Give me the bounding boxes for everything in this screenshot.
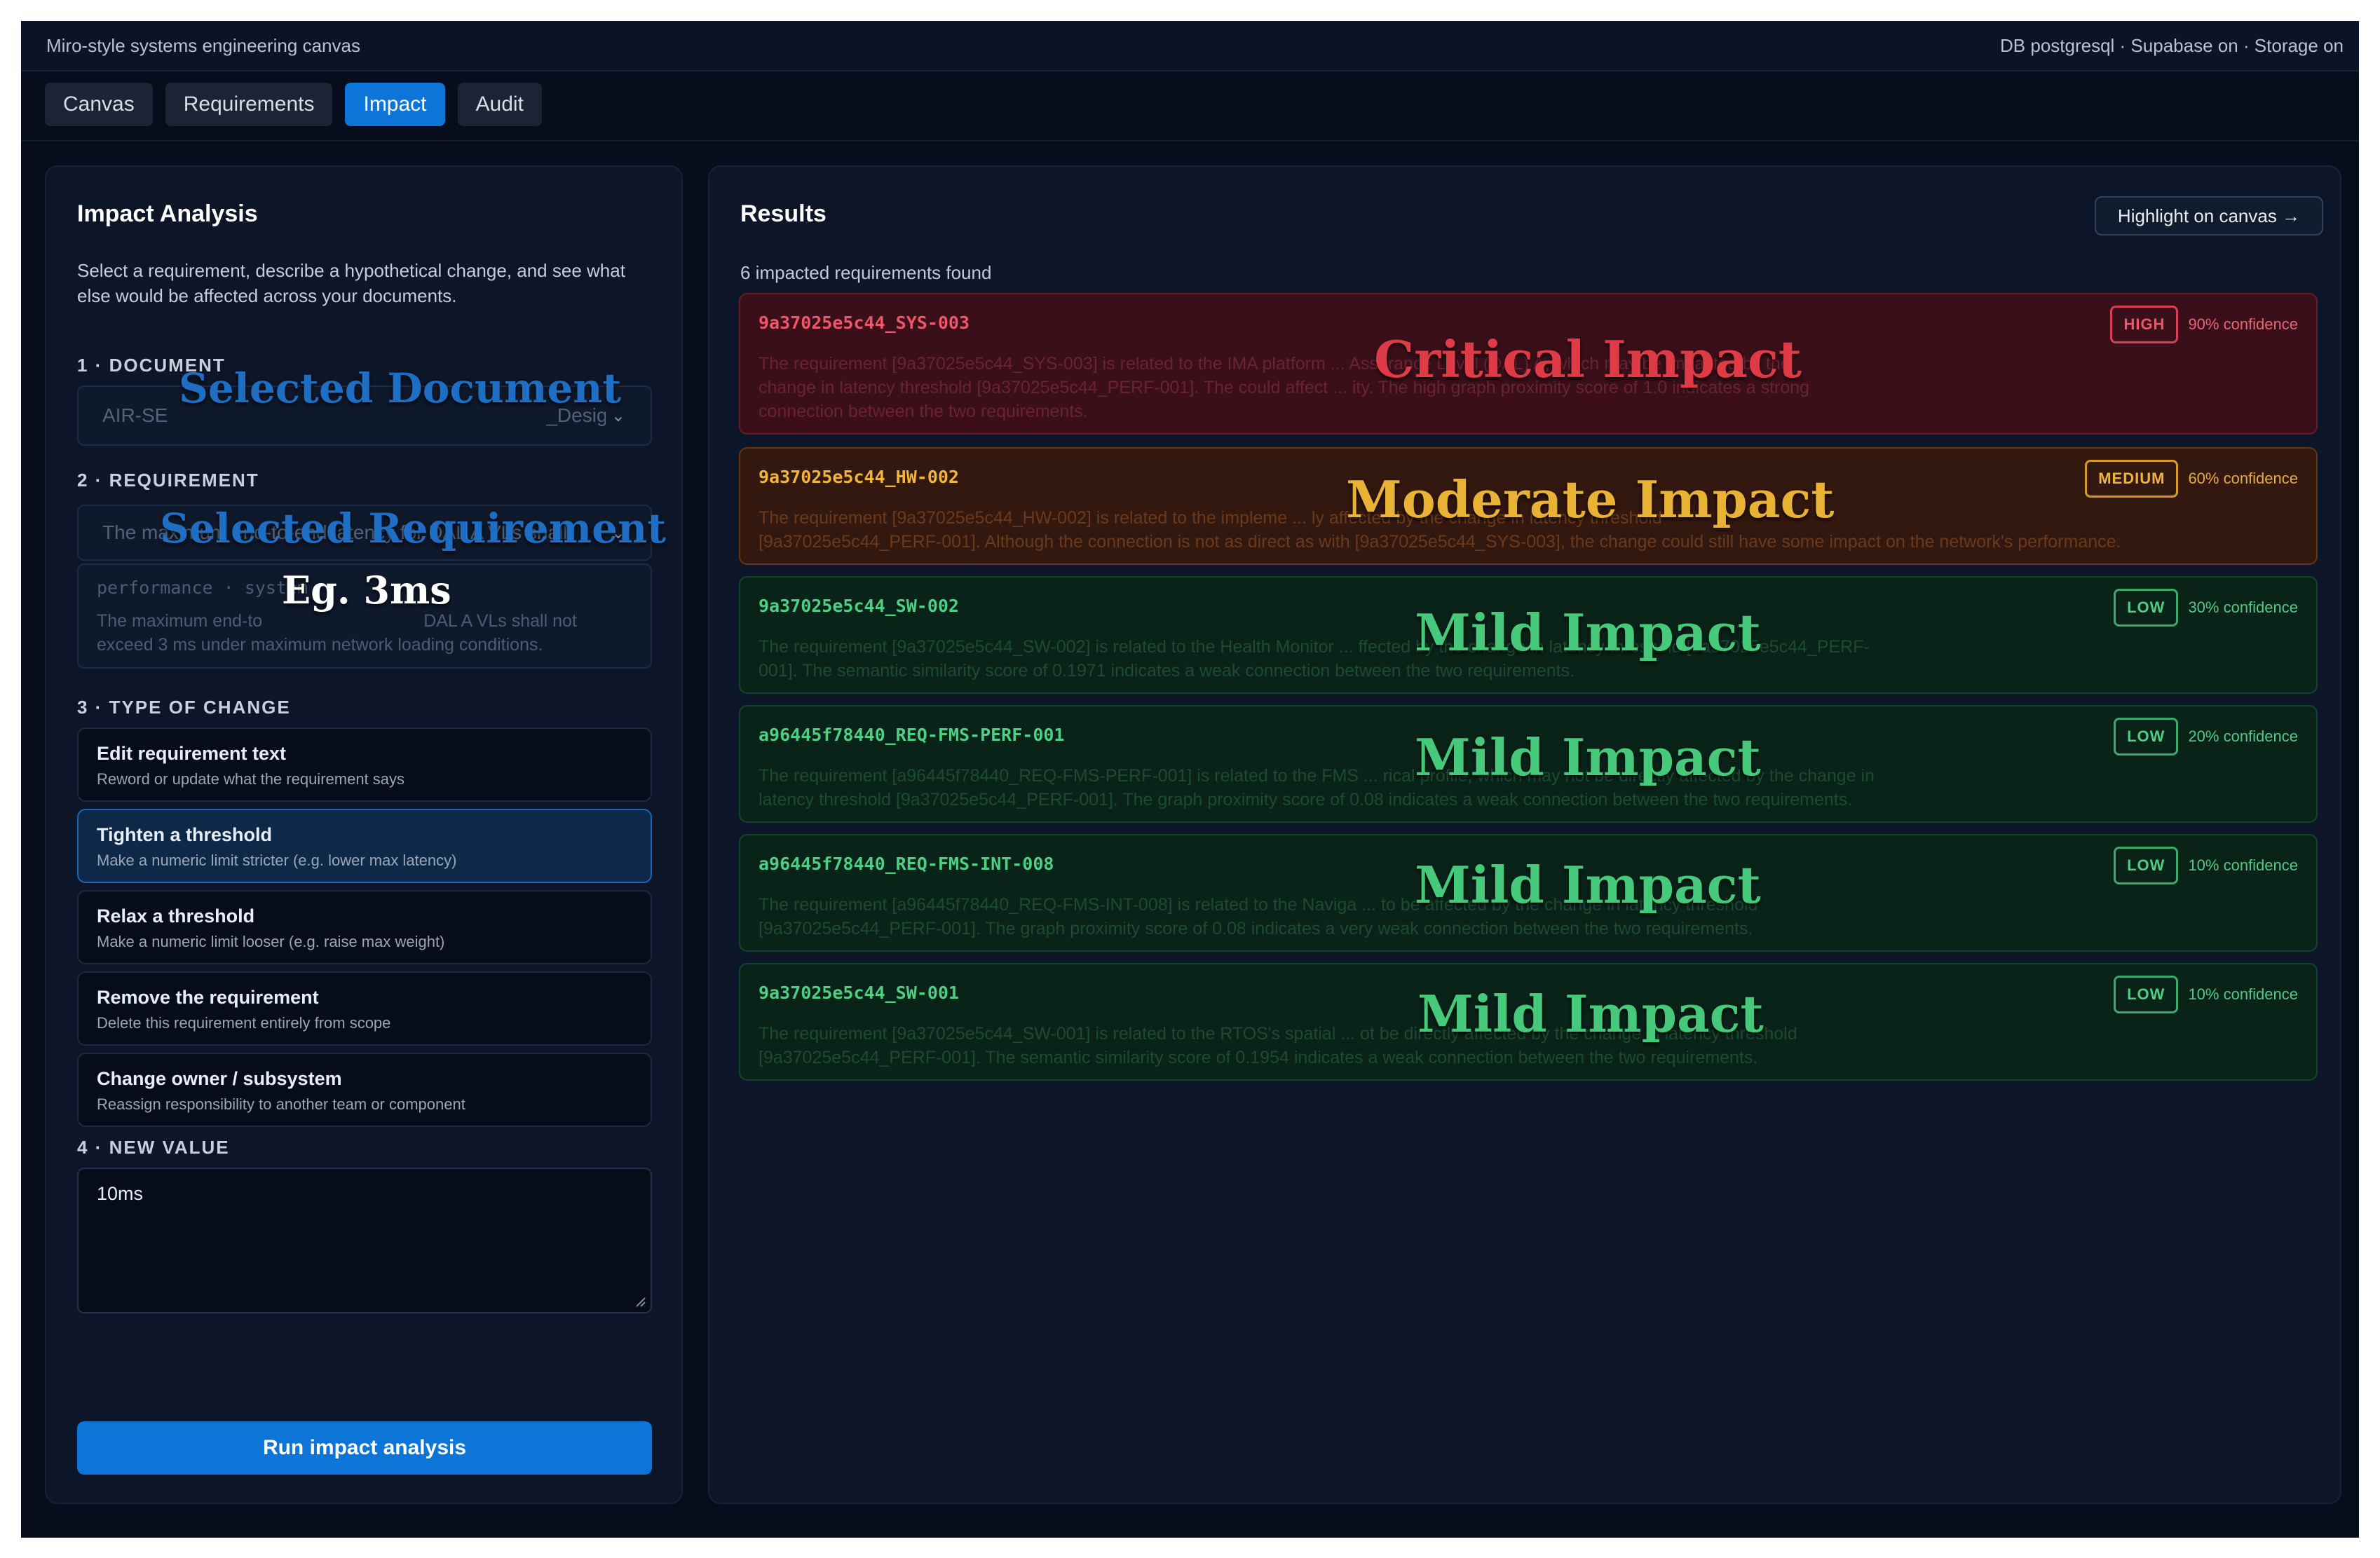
option-relax-threshold[interactable]: Relax a threshold Make a numeric limit l… [77,890,652,964]
results-title: Results [740,200,827,227]
requirement-id: a96445f78440_REQ-FMS-PERF-001 [759,725,1065,745]
confidence-label: 10% confidence [2188,985,2298,1003]
annotation-mild-impact: Mild Impact [1417,984,1764,1044]
severity-badge: LOW [2114,847,2179,884]
tab-bar: Canvas Requirements Impact Audit [45,83,542,126]
resize-grip-icon[interactable] [634,1295,646,1308]
confidence-label: 90% confidence [2188,315,2298,333]
document-value: AIR-SE [102,404,168,426]
requirement-id: 9a37025e5c44_HW-002 [759,467,959,487]
requirement-id: 9a37025e5c44_SW-002 [759,596,959,616]
requirement-label: 2 · REQUIREMENT [77,470,259,491]
annotation-example-value: Eg. 3ms [282,568,451,613]
app-window: Miro-style systems engineering canvas DB… [21,21,2359,1538]
highlight-on-canvas-button[interactable]: Highlight on canvas → [2095,196,2323,235]
option-edit-text[interactable]: Edit requirement text Reword or update w… [77,727,652,802]
requirement-id: 9a37025e5c44_SYS-003 [759,313,970,333]
option-tighten-threshold[interactable]: Tighten a threshold Make a numeric limit… [77,809,652,883]
tab-requirements[interactable]: Requirements [165,83,333,126]
app-title: Miro-style systems engineering canvas [46,34,360,56]
severity-badge: LOW [2114,589,2179,627]
severity-badge: HIGH [2110,306,2179,343]
top-bar: Miro-style systems engineering canvas DB… [21,21,2359,71]
tab-impact[interactable]: Impact [345,83,445,126]
severity-badge: LOW [2114,976,2179,1013]
annotation-mild-impact: Mild Impact [1415,727,1761,787]
panel-title: Impact Analysis [77,200,258,227]
connection-status: DB postgresql · Supabase on · Storage on [2000,34,2344,56]
new-value-text: 10ms [97,1183,144,1204]
confidence-label: 10% confidence [2188,856,2298,874]
confidence-label: 20% confidence [2188,727,2298,745]
annotation-selected-document: Selected Document [179,364,622,412]
tab-canvas[interactable]: Canvas [45,83,153,126]
annotation-mild-impact: Mild Impact [1415,603,1761,662]
requirement-id: a96445f78440_REQ-FMS-INT-008 [759,854,1054,874]
tab-audit[interactable]: Audit [457,83,542,126]
results-count: 6 impacted requirements found [740,262,992,283]
tab-divider [21,140,2359,142]
annotation-mild-impact: Mild Impact [1415,855,1761,915]
change-type-label: 3 · TYPE OF CHANGE [77,697,291,718]
option-change-owner[interactable]: Change owner / subsystem Reassign respon… [77,1053,652,1127]
option-remove-requirement[interactable]: Remove the requirement Delete this requi… [77,971,652,1046]
requirement-text: The maximum end-to DAL A VLs shall not ex… [97,611,577,655]
run-impact-analysis-button[interactable]: Run impact analysis [77,1421,652,1475]
severity-badge: MEDIUM [2085,460,2179,498]
requirement-id: 9a37025e5c44_SW-001 [759,983,959,1003]
severity-badge: LOW [2114,718,2179,756]
confidence-label: 60% confidence [2188,470,2298,487]
annotation-selected-requirement: Selected Requirement [160,505,667,552]
annotation-moderate-impact: Moderate Impact [1346,470,1835,529]
new-value-label: 4 · NEW VALUE [77,1137,230,1158]
confidence-label: 30% confidence [2188,599,2298,616]
panel-description: Select a requirement, describe a hypothe… [77,260,625,306]
annotation-critical-impact: Critical Impact [1374,329,1802,389]
new-value-input[interactable]: 10ms [77,1168,652,1313]
